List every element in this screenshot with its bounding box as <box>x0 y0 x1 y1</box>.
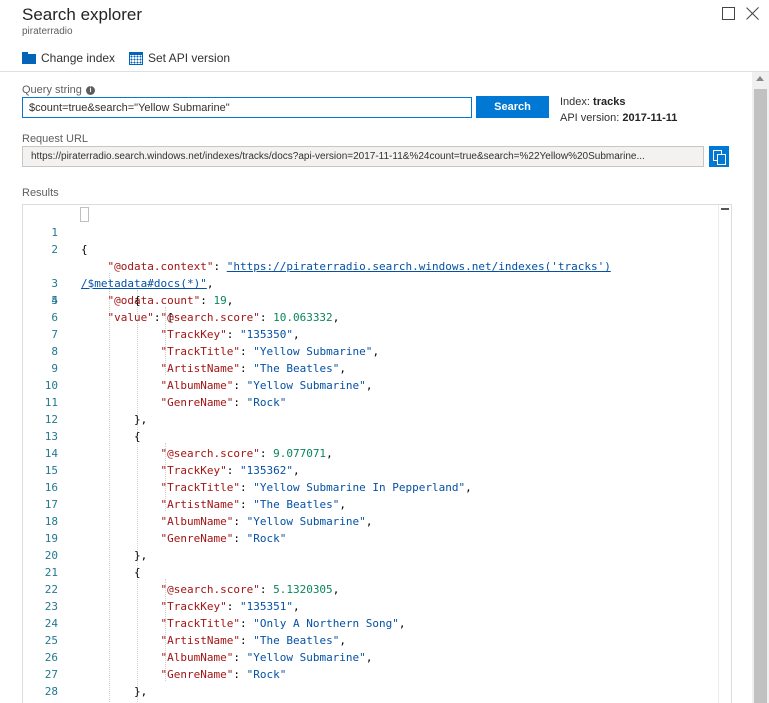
code-line: 6 "@search.score": 10.063332, <box>51 311 340 324</box>
search-button[interactable]: Search <box>476 96 549 118</box>
results-label: Results <box>22 187 59 199</box>
change-index-button[interactable]: Change index <box>22 49 115 67</box>
code-line: 20 }, <box>44 549 148 562</box>
code-line: 1 { <box>51 226 88 256</box>
code-line: 28 }, <box>44 685 148 698</box>
index-value: tracks <box>593 96 626 108</box>
page-subtitle: piraterradio <box>22 26 73 37</box>
page-scrollbar[interactable] <box>752 72 769 703</box>
scrollbar-thumb[interactable] <box>754 89 767 703</box>
code-line: 21 { <box>44 566 141 579</box>
code-line: 16 "TrackTitle": "Yellow Submarine In Pe… <box>44 481 472 494</box>
query-string-label: Query string <box>22 84 82 96</box>
api-version-label: API version: <box>560 112 620 124</box>
code-line: 18 "AlbumName": "Yellow Submarine", <box>44 515 373 528</box>
code-line: 2 "@odata.context": "https://piraterradi… <box>51 243 611 273</box>
code-line: 4 "value": [ <box>51 294 174 324</box>
copy-url-button[interactable] <box>709 146 729 167</box>
index-info: Index: tracks API version: 2017-11-11 <box>560 94 677 126</box>
info-icon[interactable]: i <box>86 86 95 95</box>
request-url-label: Request URL <box>22 133 89 145</box>
code-line: 17 "ArtistName": "The Beatles", <box>44 498 346 511</box>
page-title: Search explorer <box>22 5 143 24</box>
cursor-marker <box>721 208 729 210</box>
code-line: 24 "TrackTitle": "Only A Northern Song", <box>44 617 406 630</box>
folder-icon <box>22 52 36 64</box>
code-line: 25 "ArtistName": "The Beatles", <box>44 634 346 647</box>
maximize-icon[interactable] <box>721 6 737 22</box>
code-line: /$metadata#docs(*)", <box>81 277 214 290</box>
request-url-field[interactable]: https://piraterradio.search.windows.net/… <box>22 146 704 167</box>
change-index-label: Change index <box>41 51 116 65</box>
code-line: 11 "GenreName": "Rock" <box>44 396 287 409</box>
code-line: 3 "@odata.count": 19, <box>51 277 234 307</box>
code-line: 8 "TrackTitle": "Yellow Submarine", <box>51 345 380 358</box>
set-api-version-label: Set API version <box>148 51 231 65</box>
code-line: 22 "@search.score": 5.1320305, <box>44 583 340 596</box>
code-line: 7 "TrackKey": "135350", <box>51 328 300 341</box>
blade-header: Search explorer piraterradio <box>0 0 769 42</box>
toolbar: Change index Set API version <box>0 42 769 72</box>
code-line: 15 "TrackKey": "135362", <box>44 464 300 477</box>
calendar-icon <box>129 51 143 65</box>
close-icon[interactable] <box>745 6 761 22</box>
index-label: Index: <box>560 96 590 108</box>
code-line: 5 { <box>51 294 141 307</box>
api-version-value: 2017-11-11 <box>622 112 678 124</box>
set-api-version-button[interactable]: Set API version <box>129 49 230 67</box>
code-line: 27 "GenreName": "Rock" <box>44 668 287 681</box>
query-string-input[interactable] <box>22 97 472 118</box>
code-line: 19 "GenreName": "Rock" <box>44 532 287 545</box>
code-line: 23 "TrackKey": "135351", <box>44 600 300 613</box>
overview-ruler <box>718 205 731 703</box>
code-line: 26 "AlbumName": "Yellow Submarine", <box>44 651 373 664</box>
code-line: 13 { <box>44 430 141 443</box>
results-editor[interactable]: 1 { 2 "@odata.context": "https://pirater… <box>22 204 732 703</box>
scroll-up-icon[interactable] <box>756 76 764 81</box>
code-line: 12 }, <box>44 413 148 426</box>
code-line: 14 "@search.score": 9.077071, <box>44 447 333 460</box>
code-line: 10 "AlbumName": "Yellow Submarine", <box>44 379 373 392</box>
code-line: 9 "ArtistName": "The Beatles", <box>51 362 346 375</box>
